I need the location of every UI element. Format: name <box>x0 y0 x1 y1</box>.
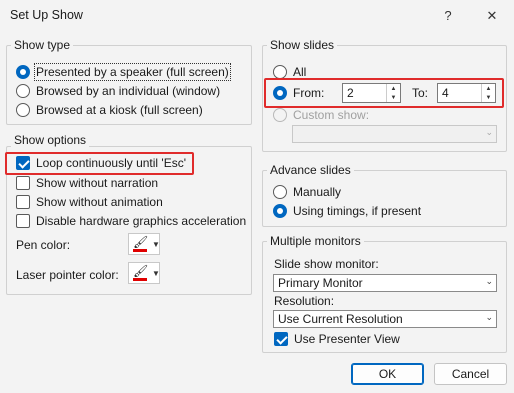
resolution-value: Use Current Resolution <box>278 312 403 326</box>
radio-disabled-icon[interactable] <box>273 108 287 122</box>
radio-icon[interactable] <box>273 65 287 79</box>
show-slides-label: Show slides <box>267 38 338 52</box>
multiple-monitors-label: Multiple monitors <box>267 234 364 248</box>
to-label: To: <box>412 86 429 100</box>
chevron-down-icon: ▼ <box>152 268 160 278</box>
chevron-down-icon: ▼ <box>152 239 160 249</box>
radio-selected-icon[interactable] <box>16 65 30 79</box>
presenter-view-checkbox[interactable]: Use Presenter View <box>274 332 400 346</box>
pen-color-swatch <box>133 249 147 252</box>
option-browsed-kiosk[interactable]: Browsed at a kiosk (full screen) <box>16 103 203 117</box>
show-options-label: Show options <box>11 133 90 147</box>
option-label: All <box>293 65 307 79</box>
checkbox-label: Show without narration <box>36 176 159 190</box>
laser-color-swatch <box>133 278 147 281</box>
checkbox-label: Disable hardware graphics acceleration <box>36 214 247 228</box>
without-narration-checkbox[interactable]: Show without narration <box>16 176 158 190</box>
checkbox-checked-icon[interactable] <box>16 156 30 170</box>
radio-icon[interactable] <box>16 103 30 117</box>
monitor-value: Primary Monitor <box>278 276 363 290</box>
help-button[interactable]: ? <box>437 6 459 26</box>
chevron-down-icon: ⌄ <box>485 312 493 322</box>
option-label: Custom show: <box>293 108 370 122</box>
option-custom-show[interactable]: Custom show: <box>273 108 369 122</box>
show-type-label: Show type <box>11 38 74 52</box>
radio-selected-icon[interactable] <box>273 86 287 100</box>
laser-color-label: Laser pointer color: <box>16 268 119 282</box>
chevron-down-icon: ⌄ <box>485 276 493 286</box>
laser-color-picker[interactable]: 🖌 ▼ <box>128 262 160 284</box>
option-label: Using timings, if present <box>293 204 422 218</box>
from-value[interactable]: 2 <box>343 86 386 100</box>
radio-icon[interactable] <box>16 84 30 98</box>
chevron-down-icon[interactable]: ▼ <box>482 93 495 102</box>
radio-selected-icon[interactable] <box>273 204 287 218</box>
paint-bucket-icon: 🖌 <box>133 265 148 281</box>
checkbox-label: Loop continuously until 'Esc' <box>36 156 187 170</box>
checkbox-checked-icon[interactable] <box>274 332 288 346</box>
to-spinner[interactable]: 4 ▲ ▼ <box>437 83 496 103</box>
advance-slides-label: Advance slides <box>267 163 354 177</box>
disable-hw-accel-checkbox[interactable]: Disable hardware graphics acceleration <box>16 214 246 228</box>
cancel-button[interactable]: Cancel <box>434 363 507 385</box>
from-spinner[interactable]: 2 ▲ ▼ <box>342 83 401 103</box>
checkbox-label: Use Presenter View <box>294 332 400 346</box>
chevron-down-icon[interactable]: ▼ <box>387 93 400 102</box>
to-value[interactable]: 4 <box>438 86 481 100</box>
close-button[interactable]: ✕ <box>481 6 503 26</box>
checkbox-icon[interactable] <box>16 195 30 209</box>
chevron-down-icon: ⌄ <box>485 127 493 137</box>
checkbox-icon[interactable] <box>16 214 30 228</box>
option-label: Presented by a speaker (full screen) <box>34 63 231 81</box>
monitor-label: Slide show monitor: <box>274 257 379 271</box>
option-label: Browsed by an individual (window) <box>36 84 221 98</box>
monitor-select[interactable]: Primary Monitor ⌄ <box>273 274 497 292</box>
resolution-select[interactable]: Use Current Resolution ⌄ <box>273 310 497 328</box>
pen-color-label: Pen color: <box>16 238 71 252</box>
chevron-up-icon[interactable]: ▲ <box>482 84 495 93</box>
checkbox-icon[interactable] <box>16 176 30 190</box>
custom-show-select[interactable]: ⌄ <box>292 125 497 143</box>
option-slide-range[interactable]: From: <box>273 86 324 100</box>
option-label: Manually <box>293 185 342 199</box>
dialog-title: Set Up Show <box>10 8 83 22</box>
option-browsed-individual[interactable]: Browsed by an individual (window) <box>16 84 220 98</box>
checkbox-label: Show without animation <box>36 195 163 209</box>
loop-continuously-checkbox[interactable]: Loop continuously until 'Esc' <box>16 156 186 170</box>
resolution-label: Resolution: <box>274 294 335 308</box>
pen-color-picker[interactable]: 🖌 ▼ <box>128 233 160 255</box>
radio-icon[interactable] <box>273 185 287 199</box>
option-label: Browsed at a kiosk (full screen) <box>36 103 203 117</box>
option-all-slides[interactable]: All <box>273 65 306 79</box>
option-presented-by-speaker[interactable]: Presented by a speaker (full screen) <box>16 63 231 81</box>
option-using-timings[interactable]: Using timings, if present <box>273 204 421 218</box>
option-manually[interactable]: Manually <box>273 185 341 199</box>
ok-button[interactable]: OK <box>351 363 424 385</box>
chevron-up-icon[interactable]: ▲ <box>387 84 400 93</box>
paint-bucket-icon: 🖌 <box>133 236 148 252</box>
without-animation-checkbox[interactable]: Show without animation <box>16 195 163 209</box>
from-label: From: <box>293 86 325 100</box>
